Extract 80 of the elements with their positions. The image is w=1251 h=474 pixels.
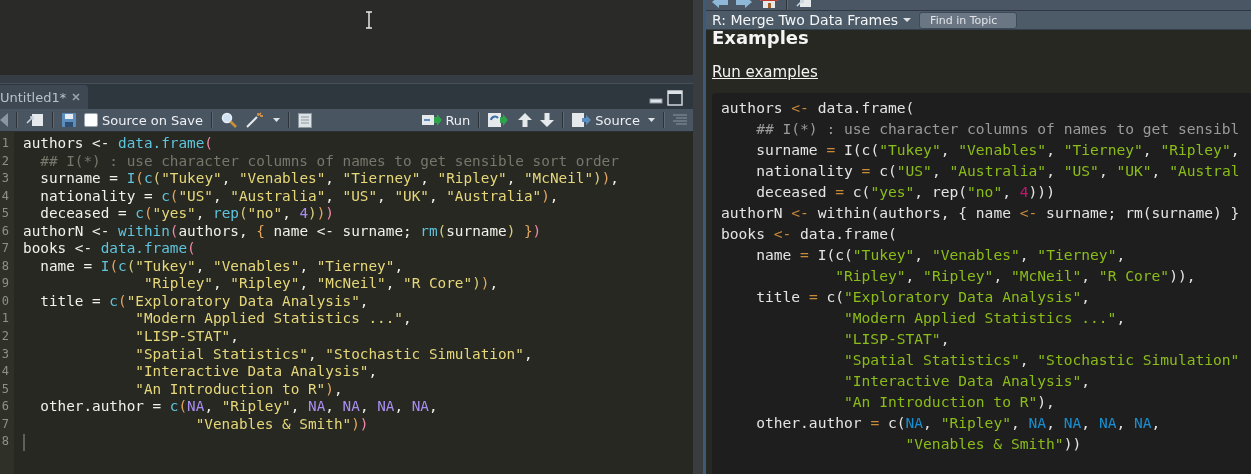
code-line: title = c("Exploratory Data Analysis", [755, 287, 1091, 307]
rerun-icon[interactable] [488, 113, 511, 127]
notebook-icon[interactable] [298, 112, 313, 128]
line-number: 3 [0, 170, 10, 188]
find-in-topic-field[interactable]: Find in Topic [919, 11, 1018, 29]
topic-dropdown[interactable]: R: Merge Two Data Frames [712, 12, 912, 29]
code-line: "Venables & Smith")) [904, 434, 1082, 454]
code-line: "Spatial Statistics", "Stochastic Simulation" [843, 350, 1240, 370]
caret-icon[interactable] [273, 118, 281, 122]
up-arrow-icon[interactable] [518, 113, 533, 127]
line-number: 0 [0, 292, 10, 310]
line-number: 8 [0, 257, 10, 275]
line-number: 6 [0, 398, 10, 416]
code-line: deceased = c("yes", rep("no", 4))) [755, 182, 1055, 202]
line-number: 9 [0, 275, 10, 293]
code-line: "Venables & Smith")) [194, 415, 369, 434]
code-line: authors <- data.frame( [721, 98, 915, 118]
go-to-file-icon[interactable] [26, 113, 44, 127]
code-line: ## I(*) : use character columns of names to get sensible sort order [39, 152, 619, 171]
code-line: "Ripley", "Ripley", "McNeil", "R Core")), [834, 266, 1196, 286]
line-number: 4 [0, 187, 10, 205]
code-line: deceased = c("yes", rep("no", 4))) [39, 205, 334, 223]
code-line: books <- data.frame( [23, 240, 196, 258]
back-arrow-icon[interactable] [712, 0, 728, 9]
code-line: nationality = c("US", "Australia", "US", "UK", "Austral [755, 161, 1240, 181]
code-line: books <- data.frame( [721, 224, 897, 244]
code-line: authorN <- within(authors, { name <- surname; rm(surname) }) [23, 222, 542, 241]
run-lines-icon [422, 114, 443, 126]
source-file-icon [572, 113, 593, 127]
source-on-save-checkbox[interactable]: Source on Save [84, 112, 204, 128]
code-line: nationality = c("US", "Australia", "US", "UK", "Australia"), [39, 187, 559, 206]
caret-icon[interactable] [648, 118, 655, 122]
code-line: "Interactive Data Analysis", [134, 363, 378, 381]
line-number: 5 [0, 380, 10, 398]
line-number: 8 [0, 433, 10, 451]
line-number: 6 [0, 222, 10, 240]
text-caret [23, 434, 25, 452]
maximize-icon[interactable] [667, 90, 683, 106]
code-line: authors <- data.frame( [23, 135, 213, 153]
code-line: "Ripley", "Ripley", "McNeil", "R Core")), [142, 275, 499, 293]
code-line: other.author = c(NA, "Ripley", NA, NA, NA, NA, [39, 398, 438, 416]
code-line: surname = I(c("Tukey", "Venables", "Tierney", "Ripley", [755, 140, 1240, 160]
code-line: "Modern Applied Statistics ...", [843, 308, 1126, 328]
line-number: 5 [0, 205, 10, 223]
line-number: 4 [0, 363, 10, 381]
code-line: "Spatial Statistics", "Stochastic Simulation", [134, 345, 533, 364]
search-icon[interactable] [221, 112, 238, 128]
save-icon[interactable] [62, 113, 76, 127]
line-number: 7 [0, 415, 10, 433]
code-line: "LISP-STAT", [134, 328, 239, 346]
source-button[interactable]: Source [572, 112, 640, 128]
code-line: surname = I(c("Tukey", "Venables", "Tierney", "Ripley", "McNeil")), [39, 170, 619, 188]
run-examples-link[interactable]: Run examples [712, 63, 818, 81]
code-line: name = I(c("Tukey", "Venables", "Tierney", [755, 245, 1126, 265]
forward-arrow-icon[interactable] [736, 0, 752, 9]
line-number: 2 [0, 152, 10, 170]
line-number: 1 [0, 310, 10, 328]
back-arrow-icon[interactable] [0, 113, 8, 127]
code-line: "LISP-STAT", [843, 329, 950, 349]
line-number: 3 [0, 345, 10, 363]
magic-wand-icon[interactable] [245, 112, 266, 128]
editor-tab[interactable]: Untitled1* [0, 85, 89, 109]
code-line: name = I(c("Tukey", "Venables", "Tierney", [39, 257, 404, 276]
code-line: other.author = c(NA, "Ripley", NA, NA, NA, NA, [755, 413, 1161, 433]
close-icon[interactable] [72, 93, 81, 101]
section-heading: Examples [712, 27, 809, 49]
code-line: "Interactive Data Analysis", [843, 371, 1091, 391]
text-cursor-icon [365, 11, 373, 29]
run-button[interactable]: Run [422, 112, 471, 128]
code-line: ## I(*) : use character columns of names to get sensibl [755, 119, 1240, 139]
code-line: authorN <- within(authors, { name <- surname; rm(surname) } [721, 203, 1240, 223]
down-arrow-icon[interactable] [540, 113, 555, 127]
line-number: 2 [0, 328, 10, 345]
code-line: "An Introduction to R"), [134, 380, 343, 399]
caret-icon [903, 18, 912, 23]
code-line: "An Introduction to R"), [843, 392, 1055, 412]
code-line: title = c("Exploratory Data Analysis", [39, 292, 369, 311]
line-number: 1 [0, 135, 10, 152]
line-number: 7 [0, 240, 10, 258]
code-line: "Modern Applied Statistics ...", [134, 310, 412, 328]
